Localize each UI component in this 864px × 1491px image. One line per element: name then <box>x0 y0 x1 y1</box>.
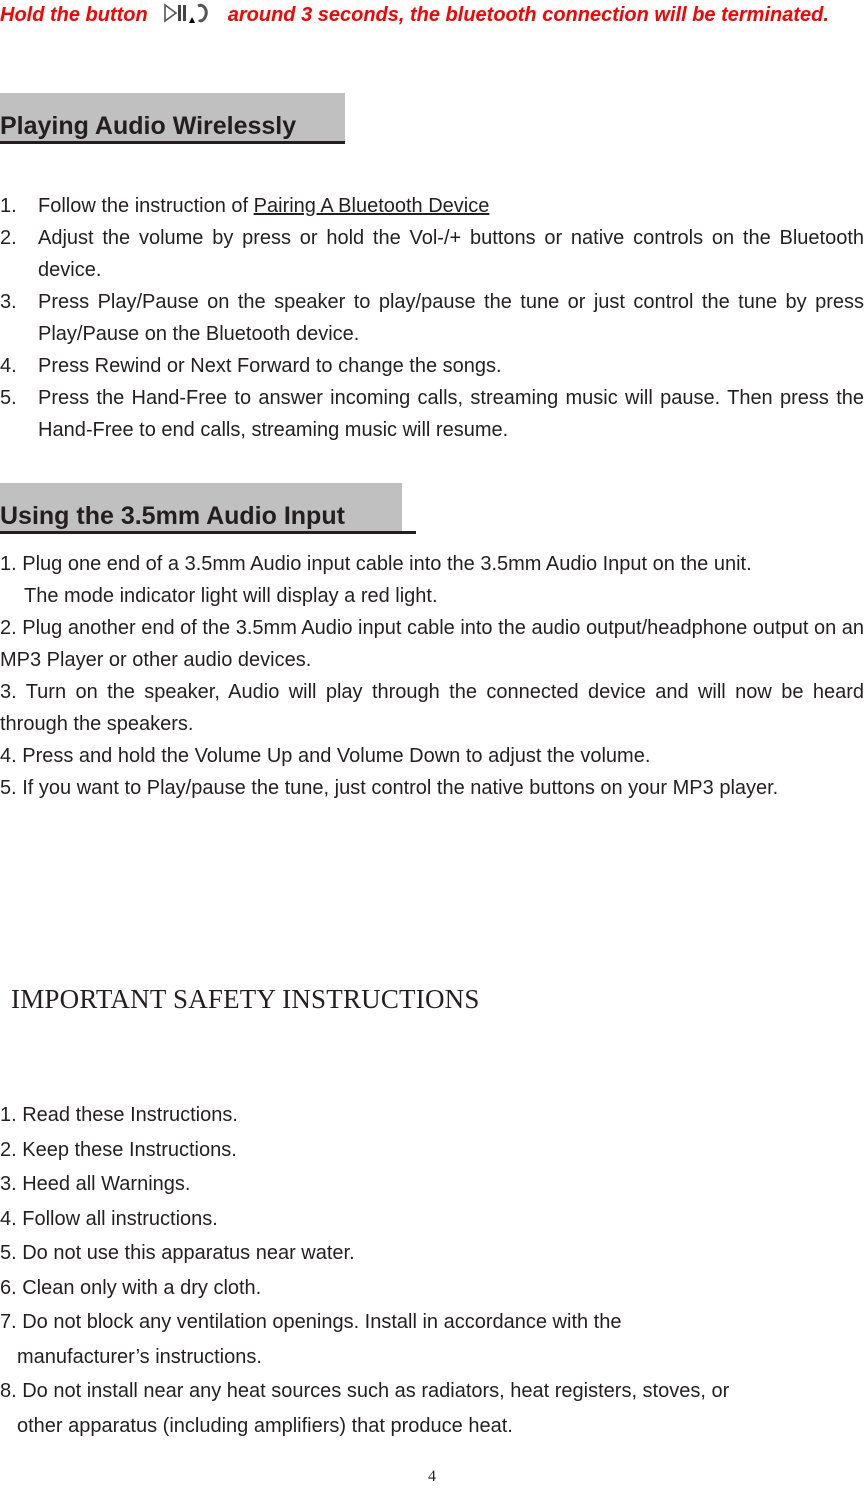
item-number: 4. <box>0 355 17 377</box>
pairing-link[interactable]: Pairing A Bluetooth Device <box>254 195 490 217</box>
item-number: 3. <box>0 291 17 313</box>
list-item: 2. Keep these Instructions. <box>0 1138 237 1161</box>
item-continuation: other apparatus (including amplifiers) t… <box>17 1414 513 1437</box>
heading-underline-extension <box>402 531 416 534</box>
item-continuation: manufacturer’s instructions. <box>17 1345 262 1368</box>
list-item: 4. Follow all instructions. <box>0 1207 218 1230</box>
list-item: 4. Press Rewind or Next Forward to change… <box>0 350 864 382</box>
warning-text-before: Hold the button <box>0 4 148 26</box>
item-text: Press Play/Pause on the speaker to play/… <box>38 291 864 345</box>
audio-input-steps-list: 1. Plug one end of a 3.5mm Audio input c… <box>0 548 864 804</box>
item-number: 1. <box>0 195 17 217</box>
play-pause-phone-icon <box>162 2 218 24</box>
safety-instructions-list: 1. Read these Instructions. 2. Keep thes… <box>0 1098 864 1443</box>
item-first-line: 8. Do not install near any heat sources … <box>0 1380 730 1402</box>
list-item: 7. Do not block any ventilation openings… <box>0 1305 864 1374</box>
item-text: Press the Hand-Free to answer incoming c… <box>38 387 864 441</box>
list-item: 5. Press the Hand-Free to answer incoming… <box>0 382 864 446</box>
list-item: 5. Do not use this apparatus near water. <box>0 1242 355 1264</box>
list-item: 3. Press Play/Pause on the speaker to pla… <box>0 286 864 350</box>
list-item: 3. Heed all Warnings. <box>0 1173 191 1195</box>
list-item: 5. If you want to Play/pause the tune, j… <box>0 777 779 799</box>
list-item-note: The mode indicator light will display a … <box>24 585 438 607</box>
safety-heading: IMPORTANT SAFETY INSTRUCTIONS <box>11 984 480 1014</box>
item-first-line: 7. Do not block any ventilation openings… <box>0 1311 622 1333</box>
list-item: 1. Plug one end of a 3.5mm Audio input c… <box>0 553 752 575</box>
list-item: 4. Press and hold the Volume Up and Volu… <box>0 745 651 767</box>
list-item: 1. Follow the instruction of Pairing A Bl… <box>0 190 864 222</box>
warning-text-after: around 3 seconds, the bluetooth connecti… <box>227 4 829 26</box>
item-number: 5. <box>0 387 17 409</box>
item-text: Adjust the volume by press or hold the V… <box>38 227 864 281</box>
list-item: 2. Adjust the volume by press or hold the… <box>0 222 864 286</box>
item-text: Follow the instruction of <box>38 195 254 217</box>
wireless-steps-list: 1. Follow the instruction of Pairing A Bl… <box>0 190 864 446</box>
list-item: 3. Turn on the speaker, Audio will play … <box>0 681 864 735</box>
item-number: 2. <box>0 227 17 249</box>
heading-text: Playing Audio Wirelessly <box>0 112 297 140</box>
section-heading-audio-input: Using the 3.5mm Audio Input <box>0 483 416 534</box>
list-item: 6. Clean only with a dry cloth. <box>0 1276 262 1299</box>
heading-text: Using the 3.5mm Audio Input <box>0 502 345 530</box>
bluetooth-terminate-warning: Hold the button around 3 seconds, the blu… <box>0 0 864 30</box>
list-item: 2. Plug another end of the 3.5mm Audio i… <box>0 617 864 671</box>
section-heading-wireless: Playing Audio Wirelessly <box>0 93 345 144</box>
item-text: Press Rewind or Next Forward to change t… <box>38 355 502 377</box>
page-number: 4 <box>428 1468 436 1485</box>
list-item: 1. Read these Instructions. <box>0 1104 238 1126</box>
list-item: 8. Do not install near any heat sources … <box>0 1374 864 1443</box>
